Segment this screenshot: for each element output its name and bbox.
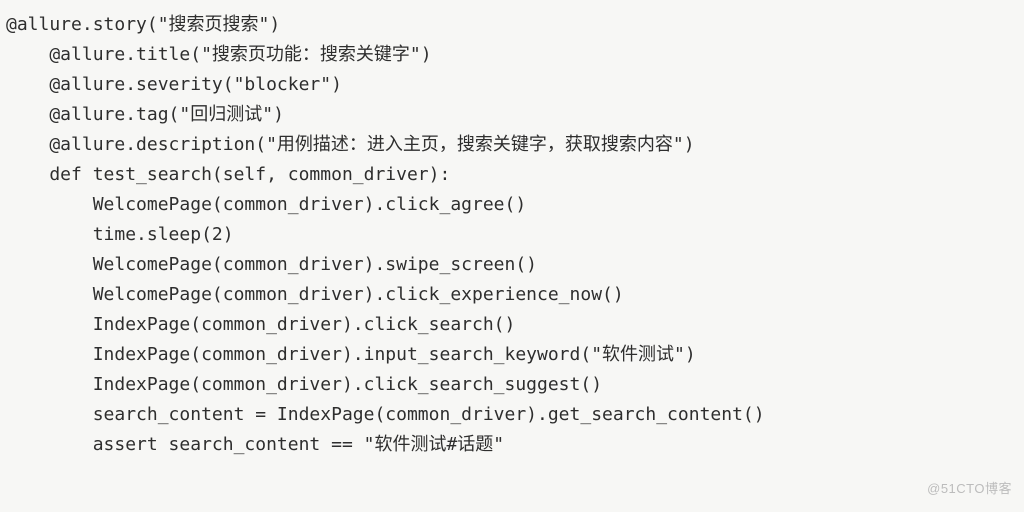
code-content: @allure.story("搜索页搜索") @allure.title("搜索…: [6, 14, 765, 455]
watermark-label: @51CTO博客: [927, 474, 1012, 504]
code-block: @allure.story("搜索页搜索") @allure.title("搜索…: [0, 0, 1024, 460]
